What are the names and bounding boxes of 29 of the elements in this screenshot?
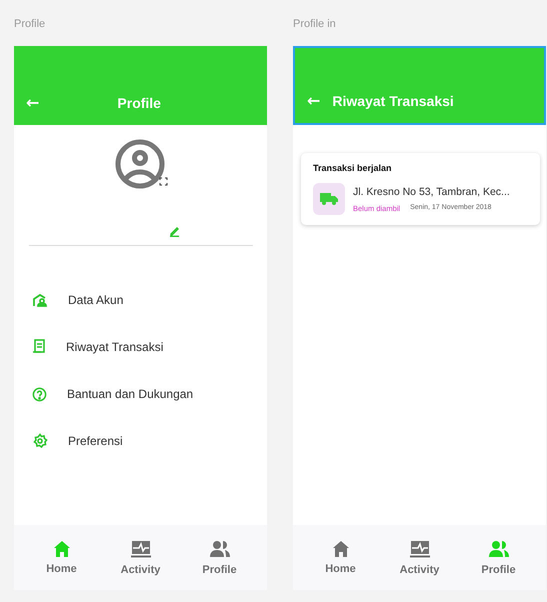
help-icon — [32, 386, 47, 402]
users-icon — [208, 540, 230, 558]
menu-item[interactable]: Preferensi — [68, 434, 123, 448]
screen-title: Riwayat Transaksi — [332, 93, 454, 109]
account-icon — [32, 293, 48, 307]
home-icon — [52, 540, 70, 557]
nav-tab[interactable]: Activity — [110, 540, 170, 576]
screen-title: Profile — [117, 95, 161, 111]
home-icon — [332, 540, 350, 557]
frame-label: Profile — [14, 18, 46, 32]
activity-icon — [130, 540, 152, 558]
receipt-icon — [32, 339, 46, 355]
truck-icon — [313, 183, 345, 215]
frame-label: Profile in — [293, 18, 337, 32]
users-icon — [488, 540, 510, 558]
activity-icon — [408, 540, 430, 558]
address-text: Jl. Kresno No 53, Tambran, Kec... — [353, 186, 510, 198]
nav-tab[interactable]: Home — [310, 540, 370, 575]
menu-item[interactable]: Data Akun — [68, 293, 124, 307]
crop-icon — [159, 177, 168, 186]
nav-tab[interactable]: Activity — [390, 540, 450, 576]
nav-tab[interactable]: Home — [32, 540, 92, 575]
menu-item[interactable]: Bantuan dan Dukungan — [67, 387, 194, 401]
card-title: Transaksi berjalan — [313, 163, 393, 173]
pencil-icon[interactable] — [169, 226, 180, 237]
nav-tab[interactable]: Profile — [468, 540, 528, 576]
settings-icon — [32, 433, 48, 449]
nav-tab[interactable]: Profile — [190, 540, 250, 576]
menu-item[interactable]: Riwayat Transaksi — [66, 340, 164, 354]
